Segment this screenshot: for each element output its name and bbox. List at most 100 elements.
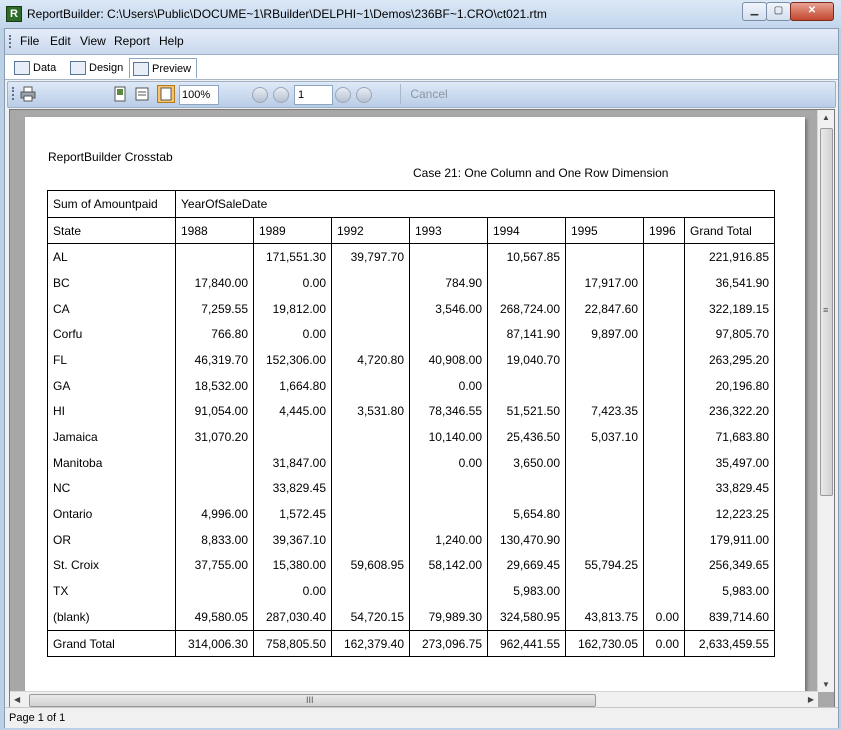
column-header-cell: 1993 (409, 216, 488, 245)
page-width-icon[interactable] (134, 86, 150, 102)
value-cell: 4,720.80 (331, 347, 410, 373)
preview-viewer[interactable]: ReportBuilder Crosstab Case 21: One Colu… (9, 109, 835, 709)
menu-help[interactable]: Help (159, 34, 184, 48)
value-cell: 87,141.90 (487, 321, 566, 348)
value-cell (643, 295, 685, 322)
table-row: St. Croix 37,755.00 15,380.00 59,608.95 58,1… (47, 552, 775, 579)
close-button[interactable]: ✕ (790, 2, 834, 21)
value-cell (565, 526, 644, 553)
value-cell: 179,911.00 (684, 526, 775, 553)
value-cell (565, 243, 644, 271)
zoom-input[interactable]: 100% (179, 85, 219, 105)
table-row: GA 18,532.00 1,664.80 0.00 20,196.80 (47, 372, 775, 399)
value-cell (409, 321, 488, 348)
value-cell: 1,240.00 (409, 526, 488, 553)
vertical-scroll-thumb[interactable]: ≡ (820, 128, 833, 496)
grand-total-row: Grand Total 314,006.30 758,805.50 162,379.4… (47, 629, 775, 658)
grand-total-value-cell: 273,096.75 (409, 629, 488, 658)
value-cell (175, 449, 254, 476)
value-cell: 5,037.10 (565, 424, 644, 450)
value-cell: 31,847.00 (253, 449, 332, 476)
print-icon[interactable] (20, 86, 36, 102)
value-cell: 33,829.45 (253, 475, 332, 502)
tab-data[interactable]: Data (11, 58, 63, 77)
horizontal-scroll-thumb[interactable]: III (29, 694, 596, 707)
value-cell: 97,805.70 (684, 321, 775, 348)
value-cell: 5,983.00 (487, 578, 566, 604)
value-cell: 10,567.85 (487, 243, 566, 271)
value-cell (175, 578, 254, 604)
whole-page-icon[interactable] (112, 86, 128, 102)
value-cell: 25,436.50 (487, 424, 566, 450)
value-cell: 0.00 (409, 449, 488, 476)
value-cell (643, 424, 685, 450)
value-cell: 1,572.45 (253, 501, 332, 527)
report-title: ReportBuilder Crosstab (48, 150, 173, 164)
column-header-cell: 1992 (331, 216, 410, 245)
menu-view[interactable]: View (80, 34, 106, 48)
value-cell: 130,470.90 (487, 526, 566, 553)
vertical-scrollbar[interactable]: ▲ ≡ ▼ (817, 110, 834, 692)
table-row: FL 46,319.70 152,306.00 4,720.80 40,908.00 19… (47, 347, 775, 373)
preview-toolbar: 100% 1 Cancel (7, 81, 836, 108)
horizontal-scrollbar[interactable]: ◀ III ▶ (10, 691, 818, 708)
tab-preview-label: Preview (152, 62, 192, 75)
value-cell (643, 270, 685, 296)
tab-design[interactable]: Design (67, 58, 127, 77)
vertical-grip: ≡ (823, 305, 829, 315)
value-cell (331, 475, 410, 502)
value-cell: 1,664.80 (253, 372, 332, 399)
value-cell (331, 372, 410, 399)
value-cell (565, 372, 644, 399)
column-dimension-cell: YearOfSaleDate (175, 190, 775, 218)
grand-total-label-cell: Grand Total (47, 629, 176, 658)
value-cell (331, 321, 410, 348)
value-cell: 256,349.65 (684, 552, 775, 579)
column-header-cell: 1989 (253, 216, 332, 245)
minimize-button[interactable]: ▁ (742, 2, 767, 21)
page-number-input[interactable]: 1 (294, 85, 333, 105)
next-page-icon[interactable] (335, 87, 351, 103)
value-cell: 7,259.55 (175, 295, 254, 322)
prior-page-icon[interactable] (273, 87, 289, 103)
table-row: Manitoba 31,847.00 0.00 3,650.00 35,497.00 (47, 449, 775, 476)
menu-edit[interactable]: Edit (50, 34, 71, 48)
maximize-button[interactable]: ▢ (766, 2, 791, 21)
value-cell: 8,833.00 (175, 526, 254, 553)
value-cell (643, 552, 685, 579)
preview-icon (133, 61, 149, 76)
column-header-cell: 1995 (565, 216, 644, 245)
row-label-cell: (blank) (47, 604, 176, 631)
value-cell: 10,140.00 (409, 424, 488, 450)
menu-report[interactable]: Report (114, 34, 150, 48)
zoom-100-icon[interactable] (157, 85, 175, 103)
table-row: (blank) 49,580.05 287,030.40 54,720.15 79,98… (47, 604, 775, 631)
value-cell (643, 578, 685, 604)
value-cell (643, 243, 685, 271)
row-label-cell: GA (47, 372, 176, 399)
value-cell: 839,714.60 (684, 604, 775, 631)
cancel-button[interactable]: Cancel (400, 84, 457, 104)
row-label-cell: Ontario (47, 501, 176, 527)
value-cell: 20,196.80 (684, 372, 775, 399)
last-page-icon[interactable] (356, 87, 372, 103)
value-cell: 287,030.40 (253, 604, 332, 631)
tab-preview[interactable]: Preview (129, 58, 197, 78)
value-cell: 18,532.00 (175, 372, 254, 399)
grand-total-value-cell: 162,730.05 (565, 629, 644, 658)
value-cell (331, 501, 410, 527)
table-row: Ontario 4,996.00 1,572.45 5,654.80 12,223.25 (47, 501, 775, 527)
value-cell: 236,322.20 (684, 398, 775, 425)
value-cell: 19,040.70 (487, 347, 566, 373)
value-cell: 22,847.60 (565, 295, 644, 322)
menu-file[interactable]: File (20, 34, 39, 48)
value-cell: 29,669.45 (487, 552, 566, 579)
table-row: HI 91,054.00 4,445.00 3,531.80 78,346.55 51,5… (47, 398, 775, 425)
design-icon (70, 60, 86, 75)
value-cell: 152,306.00 (253, 347, 332, 373)
first-page-icon[interactable] (252, 87, 268, 103)
value-cell (175, 243, 254, 271)
value-cell: 79,989.30 (409, 604, 488, 631)
value-cell (565, 578, 644, 604)
row-label-cell: St. Croix (47, 552, 176, 579)
